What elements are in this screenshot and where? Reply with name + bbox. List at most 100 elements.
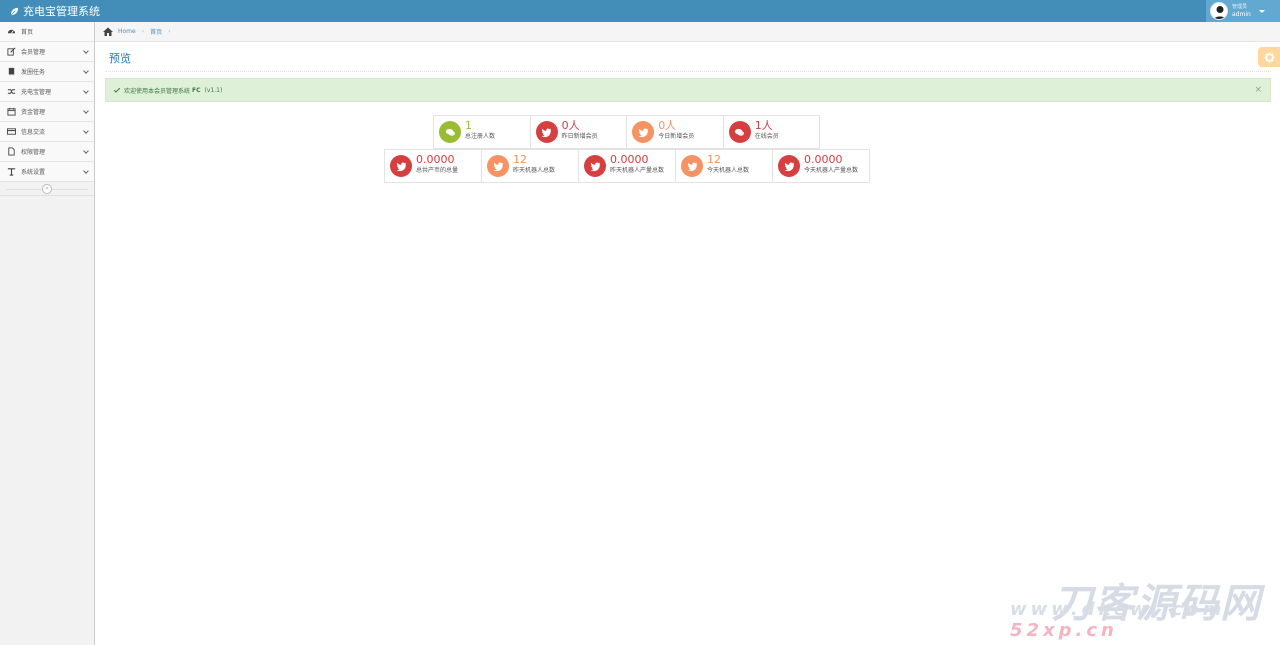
edit-icon <box>6 47 16 57</box>
stat-total-registered: 1 总注册人数 <box>433 115 531 149</box>
watermark-url: www.dkewl.com 52xp.cn <box>1010 599 1260 641</box>
twitter-icon <box>681 155 703 177</box>
chevron-down-icon <box>83 168 89 174</box>
sidebar-item-finance[interactable]: 资金管理 <box>0 102 94 122</box>
sidebar-item-settings[interactable]: 系统设置 <box>0 162 94 182</box>
watermark-url-suffix: 52xp.cn <box>1010 620 1118 641</box>
calendar-icon <box>6 107 16 117</box>
twitter-icon <box>487 155 509 177</box>
stat-online-members: 1人 在线会员 <box>722 115 821 149</box>
stat-yesterday-new-members: 0人 昨日新增会员 <box>529 115 628 149</box>
twitter-icon <box>778 155 800 177</box>
app-title: 充电宝管理系统 <box>23 5 100 18</box>
page-title: 预览 <box>109 52 131 65</box>
welcome-alert: 欢迎使用本会员管理系统 FC (v1.1) × <box>105 78 1271 102</box>
stat-value: 0人 <box>658 119 677 132</box>
stat-label: 在线会员 <box>754 133 779 140</box>
sidebar-item-label: 首页 <box>21 29 34 36</box>
user-name: admin <box>1232 11 1251 18</box>
sidebar-item-members[interactable]: 会员管理 <box>0 42 94 62</box>
random-icon <box>6 87 16 97</box>
leaf-icon <box>10 7 19 15</box>
alert-close-button[interactable]: × <box>1254 85 1262 95</box>
alert-text: 欢迎使用本会员管理系统 <box>124 87 191 95</box>
sidebar-item-powerbank[interactable]: 充电宝管理 <box>0 82 94 102</box>
chevron-down-icon <box>83 128 89 134</box>
twitter-icon <box>535 121 558 143</box>
sidebar-item-home[interactable]: 首页 <box>0 22 94 42</box>
stat-label: 今天机器人总数 <box>707 167 750 174</box>
page-header: 预览 <box>105 42 1280 72</box>
stat-yesterday-robot-output: 0.0000 昨天机器人产量总数 <box>578 149 676 183</box>
breadcrumb: Home › 首页 › <box>95 22 1280 42</box>
breadcrumb-separator: › <box>141 28 145 35</box>
user-role: 管理员 <box>1232 4 1248 10</box>
stat-label: 总共产币的总量 <box>416 167 459 174</box>
twitter-icon <box>632 121 655 143</box>
twitter-icon <box>584 155 606 177</box>
stat-label: 总注册人数 <box>465 133 496 140</box>
chevron-down-icon <box>83 148 89 154</box>
watermark-url-prefix: www.dkewl.com <box>1010 599 1226 620</box>
stat-value: 0人 <box>561 119 580 132</box>
book-icon <box>6 67 16 77</box>
sidebar-item-label: 信息交流 <box>21 129 46 136</box>
stat-today-new-members: 0人 今日新增会员 <box>626 115 724 149</box>
caret-down-icon <box>1258 9 1265 13</box>
alert-accent: FC <box>192 86 201 94</box>
top-navbar: 充电宝管理系统 管理员 admin <box>0 0 1280 22</box>
sidebar-item-tasks[interactable]: 发圈任务 <box>0 62 94 82</box>
sidebar-collapse-button[interactable]: « <box>42 184 52 194</box>
stat-label: 昨日新增会员 <box>561 133 598 140</box>
brand[interactable]: 充电宝管理系统 <box>10 3 100 19</box>
comments-icon <box>728 121 751 143</box>
user-menu[interactable]: 管理员 admin <box>1206 0 1280 22</box>
chevron-down-icon <box>83 88 89 94</box>
alert-version: (v1.1) <box>204 86 223 94</box>
sidebar-item-permissions[interactable]: 权限管理 <box>0 142 94 162</box>
stat-label: 今天机器人产量总数 <box>804 167 859 174</box>
stat-value: 1人 <box>754 119 773 132</box>
sidebar-item-label: 权限管理 <box>21 149 46 156</box>
stat-value: 1 <box>465 119 472 132</box>
home-icon <box>103 27 113 36</box>
sidebar-item-label: 系统设置 <box>21 169 46 176</box>
credit-card-icon <box>6 127 16 137</box>
sidebar-item-label: 会员管理 <box>21 49 46 56</box>
stat-today-robots: 12 今天机器人总数 <box>675 149 773 183</box>
stat-label: 今日新增会员 <box>658 133 695 140</box>
stat-label: 昨天机器人产量总数 <box>610 167 665 174</box>
stat-yesterday-robots: 12 昨天机器人总数 <box>481 149 579 183</box>
gear-icon <box>1263 51 1275 63</box>
chevron-down-icon <box>83 108 89 114</box>
check-icon <box>113 85 121 93</box>
stat-today-robot-output: 0.0000 今天机器人产量总数 <box>772 149 870 183</box>
breadcrumb-current-link[interactable]: 首页 <box>150 27 162 36</box>
dashboard-icon <box>6 27 16 37</box>
watermark: 刀客源码网 www.dkewl.com 52xp.cn <box>1010 571 1272 641</box>
stat-value: 0.0000 <box>610 153 649 166</box>
sidebar: 首页 会员管理 发圈任务 充电宝管理 资金管理 信息交流 权限管理 系统设置 « <box>0 22 95 645</box>
avatar <box>1210 2 1228 20</box>
ace-settings-button[interactable] <box>1258 47 1280 67</box>
sidebar-item-label: 资金管理 <box>21 109 46 116</box>
stat-total-coins: 0.0000 总共产币的总量 <box>384 149 482 183</box>
sidebar-item-label: 充电宝管理 <box>21 89 52 96</box>
chevron-down-icon <box>83 48 89 54</box>
stats-row-2: 0.0000 总共产币的总量 12 昨天机器人总数 0.0000 昨天机器人产量… <box>384 149 870 183</box>
comments-icon <box>439 121 461 143</box>
chevron-down-icon <box>83 68 89 74</box>
text-icon <box>6 167 16 177</box>
breadcrumb-separator: › <box>168 28 171 35</box>
stat-label: 昨天机器人总数 <box>513 167 556 174</box>
sidebar-item-label: 发圈任务 <box>21 69 46 76</box>
stat-value: 12 <box>707 153 721 166</box>
sidebar-item-messages[interactable]: 信息交流 <box>0 122 94 142</box>
breadcrumb-home-link[interactable]: Home <box>118 28 136 35</box>
stat-value: 0.0000 <box>416 153 455 166</box>
stat-value: 0.0000 <box>804 153 843 166</box>
user-icon <box>1213 6 1227 19</box>
stat-value: 12 <box>513 153 527 166</box>
sidebar-collapse-bar: « <box>0 182 94 196</box>
file-icon <box>6 147 16 157</box>
